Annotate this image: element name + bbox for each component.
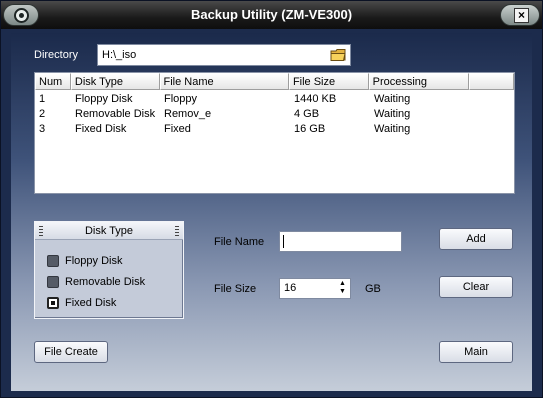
disk-table[interactable]: Num Disk Type File Name File Size Proces… [34,72,515,194]
cell-disk-type: Fixed Disk [75,123,127,135]
close-button[interactable]: × [500,4,540,26]
cell-num: 3 [39,123,46,135]
col-header-file-name[interactable]: File Name [159,73,289,90]
main-button[interactable]: Main [439,341,513,363]
clear-button[interactable]: Clear [439,276,513,298]
col-header-processing[interactable]: Processing [368,73,470,90]
grip-left-icon [39,226,43,236]
directory-field[interactable]: H:\_iso [97,44,351,66]
radio-checked-icon[interactable] [47,297,59,309]
close-x-icon[interactable]: × [514,8,529,23]
disk-type-title: Disk Type [84,225,134,237]
text-caret [283,235,284,248]
add-button[interactable]: Add [439,228,513,250]
cell-file-size: 1440 KB [294,93,337,105]
radio-floppy-label[interactable]: Floppy Disk [65,255,122,267]
cell-file-name: Floppy [164,93,198,105]
main-body: Directory H:\_iso Num Disk Type File Nam… [11,33,532,391]
col-header-empty[interactable] [469,73,515,90]
cell-disk-type: Floppy Disk [75,93,133,105]
window-title: Backup Utility (ZM-VE300) [190,7,353,22]
title-bar[interactable]: Backup Utility (ZM-VE300) × [1,1,542,29]
radio-unchecked-icon[interactable] [47,255,59,267]
cell-file-name: Fixed [164,123,191,135]
col-header-disk-type[interactable]: Disk Type [70,73,160,90]
file-size-stepper[interactable]: 16 ▲ ▼ [279,278,351,299]
cell-file-size: 16 GB [294,123,326,135]
cell-disk-type: Removable Disk [75,108,156,120]
file-size-label: File Size [214,283,257,295]
file-name-input[interactable] [279,231,402,252]
disk-type-panel: Disk Type Floppy Disk Removable Disk Fix… [34,221,184,319]
radio-unchecked-icon[interactable] [47,276,59,288]
radio-fixed-disk[interactable]: Fixed Disk [47,296,116,310]
cell-file-size: 4 GB [294,108,320,120]
spin-down-icon[interactable]: ▼ [336,288,349,296]
cell-processing: Waiting [374,123,411,135]
backup-utility-window: Backup Utility (ZM-VE300) × Directory H:… [0,0,543,398]
directory-value: H:\_iso [102,49,137,61]
cell-num: 1 [39,93,46,105]
radio-floppy-disk[interactable]: Floppy Disk [47,254,122,268]
grip-right-icon [175,226,179,236]
browse-folder-button[interactable] [330,47,348,63]
radio-fixed-label[interactable]: Fixed Disk [65,297,116,309]
cell-processing: Waiting [374,93,411,105]
spin-arrows-icon[interactable]: ▲ ▼ [336,280,349,297]
directory-label: Directory [34,49,79,61]
cell-processing: Waiting [374,108,411,120]
col-header-file-size[interactable]: File Size [288,73,369,90]
file-size-unit: GB [365,283,381,295]
table-row[interactable]: 1 Floppy Disk Floppy 1440 KB Waiting [35,92,514,107]
folder-icon [330,49,346,61]
file-name-label: File Name [214,236,265,248]
disk-type-panel-header: Disk Type [35,222,183,240]
table-header: Num Disk Type File Name File Size Proces… [35,73,515,90]
radio-removable-disk[interactable]: Removable Disk [47,275,145,289]
table-row[interactable]: 2 Removable Disk Remov_e 4 GB Waiting [35,107,514,122]
col-header-num[interactable]: Num [35,73,71,90]
cell-file-name: Remov_e [164,108,212,120]
table-body: 1 Floppy Disk Floppy 1440 KB Waiting 2 R… [35,92,514,137]
file-size-value: 16 [284,282,297,294]
radio-removable-label[interactable]: Removable Disk [65,276,145,288]
cell-num: 2 [39,108,46,120]
table-row[interactable]: 3 Fixed Disk Fixed 16 GB Waiting [35,122,514,137]
file-create-button[interactable]: File Create [34,341,108,363]
spin-up-icon[interactable]: ▲ [336,280,349,288]
